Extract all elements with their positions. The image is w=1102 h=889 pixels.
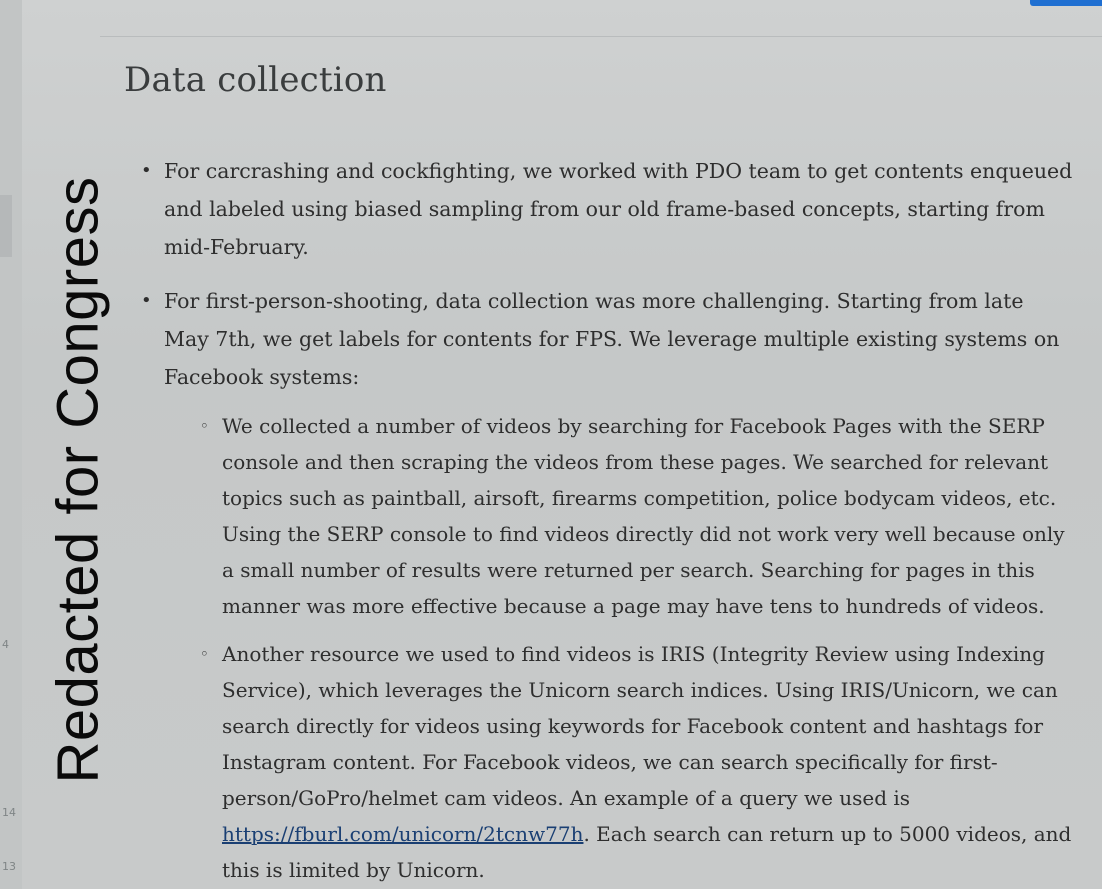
list-item: • For carcrashing and cockfighting, we w… <box>124 152 1074 266</box>
line-number: 14 <box>2 806 16 819</box>
header-divider <box>100 36 1102 37</box>
hollow-bullet-icon: ◦ <box>200 417 209 435</box>
sub-list-item: ◦ We collected a number of videos by sea… <box>164 408 1074 624</box>
sub-list-item-text: We collected a number of videos by searc… <box>222 414 1065 618</box>
list-item: • For first-person-shooting, data collec… <box>124 282 1074 888</box>
bullet-icon: • <box>141 160 152 181</box>
list-item-text: For carcrashing and cockfighting, we wor… <box>164 159 1073 259</box>
section-heading: Data collection <box>124 60 387 100</box>
sub-bullet-list: ◦ We collected a number of videos by sea… <box>164 408 1074 888</box>
hollow-bullet-icon: ◦ <box>200 645 209 663</box>
bullet-list: • For carcrashing and cockfighting, we w… <box>124 152 1074 888</box>
left-gutter: 4 14 13 <box>0 0 22 889</box>
redaction-watermark: Redacted for Congress <box>45 176 111 784</box>
line-number: 13 <box>2 860 16 873</box>
screen: 4 14 13 Redacted for Congress Data colle… <box>0 0 1102 889</box>
top-right-button[interactable] <box>1030 0 1102 6</box>
bullet-icon: • <box>141 290 152 311</box>
sub-list-item: ◦ Another resource we used to find video… <box>164 636 1074 888</box>
list-item-text: For first-person-shooting, data collecti… <box>164 289 1060 389</box>
document-body: Data collection • For carcrashing and co… <box>124 60 1074 889</box>
gutter-highlight <box>0 195 12 257</box>
sub-list-item-text: Another resource we used to find videos … <box>222 642 1058 810</box>
unicorn-query-link[interactable]: https://fburl.com/unicorn/2tcnw77h <box>222 822 583 846</box>
line-number: 4 <box>2 638 9 651</box>
